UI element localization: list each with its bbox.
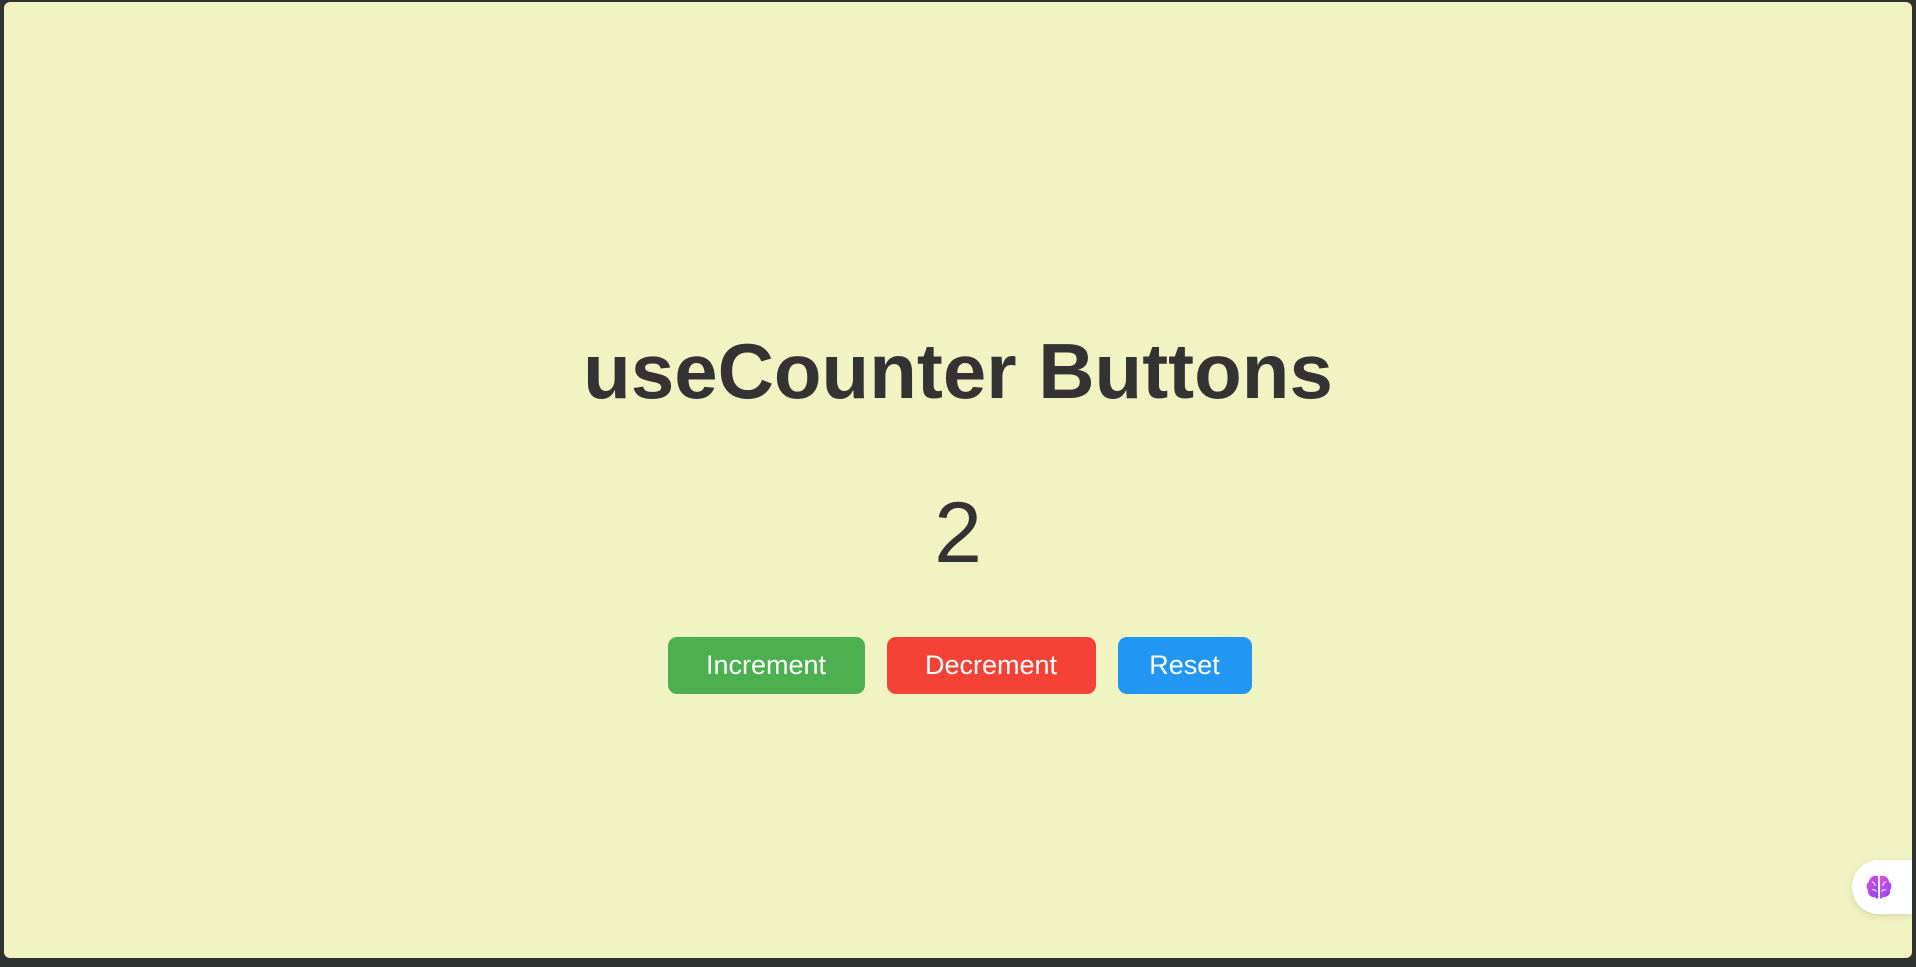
decrement-button[interactable]: Decrement (886, 637, 1096, 694)
main-content: useCounter Buttons 2 Increment Decrement… (4, 2, 1912, 958)
page-title: useCounter Buttons (583, 327, 1333, 415)
increment-button[interactable]: Increment (667, 637, 865, 694)
floating-assistant-button[interactable] (1852, 860, 1912, 914)
button-row: Increment Decrement Reset (4, 637, 1912, 694)
counter-value: 2 (934, 485, 982, 581)
reset-button[interactable]: Reset (1117, 637, 1252, 694)
app-window: useCounter Buttons 2 Increment Decrement… (4, 2, 1912, 958)
brain-icon (1866, 875, 1892, 899)
